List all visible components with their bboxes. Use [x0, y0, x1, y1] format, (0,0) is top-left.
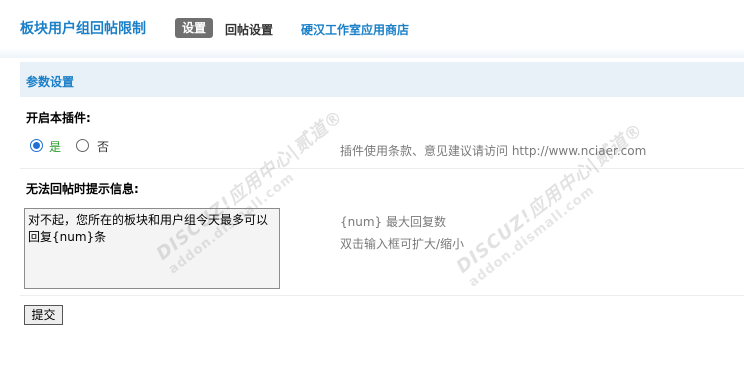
page-title: 板块用户组回帖限制: [20, 21, 146, 37]
page-header: 板块用户组回帖限制 设置 回帖设置 硬汉工作室应用商店: [0, 0, 744, 58]
tab-settings[interactable]: 设置: [175, 18, 214, 38]
submit-button[interactable]: 提交: [24, 305, 63, 325]
radio-selected-dot: [33, 142, 40, 149]
watermark-logo: DISCUZ!应用中心|贰道® addon.dismall.com: [450, 119, 647, 305]
enable-yes-label[interactable]: 是: [49, 138, 61, 155]
tab-app-store[interactable]: 硬汉工作室应用商店: [301, 21, 409, 38]
num-placeholder-tip: {num} 最大回复数: [340, 215, 446, 229]
reply-message-value: 对不起，您所在的板块和用户组今天最多可以回复{num}条: [28, 213, 269, 244]
section-header: 参数设置: [20, 62, 744, 97]
tab-reply-settings[interactable]: 回帖设置: [225, 21, 273, 38]
section-title: 参数设置: [26, 75, 75, 89]
row-divider: [20, 295, 744, 296]
reply-message-label: 无法回帖时提示信息:: [26, 182, 139, 196]
enable-no-radio[interactable]: [76, 139, 89, 152]
reply-message-textarea[interactable]: 对不起，您所在的板块和用户组今天最多可以回复{num}条: [24, 208, 280, 289]
plugin-settings-page: 板块用户组回帖限制 设置 回帖设置 硬汉工作室应用商店 参数设置 开启本插件: …: [0, 0, 744, 392]
enable-yes-radio[interactable]: [30, 139, 43, 152]
watermark-site: addon.dismall.com: [466, 182, 598, 291]
plugin-usage-tip: 插件使用条款、意见建议请访问 http://www.nciaer.com: [340, 144, 647, 158]
row-divider: [20, 168, 744, 169]
resize-textarea-tip: 双击输入框可扩大/缩小: [340, 237, 465, 251]
enable-plugin-label: 开启本插件:: [26, 111, 91, 125]
enable-no-label[interactable]: 否: [97, 138, 109, 155]
